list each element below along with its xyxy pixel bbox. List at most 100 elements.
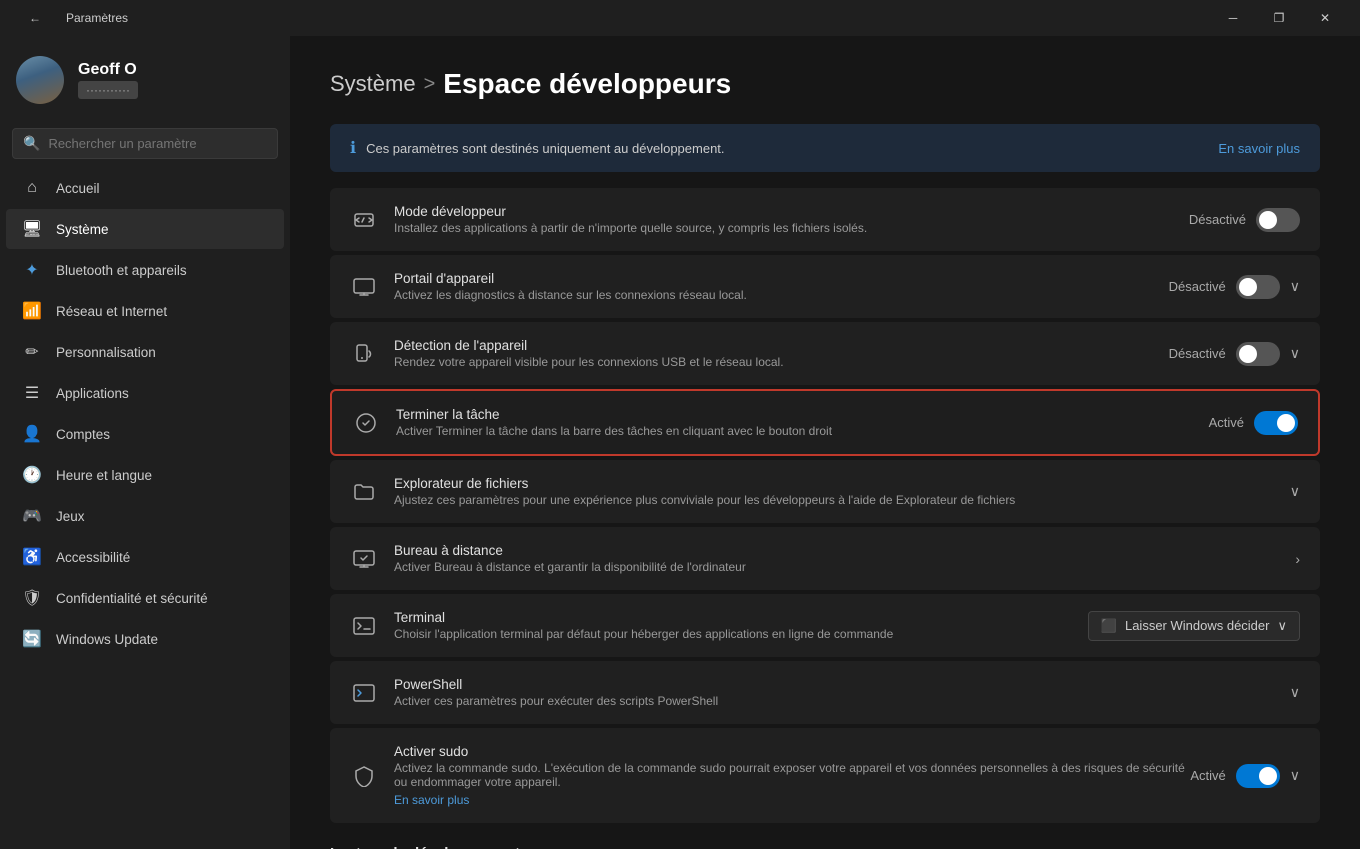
apps-icon: ☰ [22,383,42,403]
close-button[interactable]: ✕ [1302,0,1348,36]
sidebar-item-label: Jeux [56,509,85,524]
setting-desc: Activer Terminer la tâche dans la barre … [396,424,832,438]
accounts-icon: 👤 [22,424,42,444]
profile-info: Geoff O ··········· [78,61,138,99]
setting-text: Mode développeur Installez des applicati… [394,204,867,235]
minimize-button[interactable]: ─ [1210,0,1256,36]
setting-right: ⬛ Laisser Windows décider ∨ [1088,611,1300,641]
setting-left: Portail d'appareil Activez les diagnosti… [350,271,1169,302]
bureau-arrow[interactable]: › [1295,551,1300,567]
sidebar-item-label: Windows Update [56,632,158,647]
sidebar-item-label: Accueil [56,181,100,196]
sidebar-item-systeme[interactable]: 🖥 Système [6,209,284,249]
profile-name: Geoff O [78,61,138,79]
explorateur-chevron[interactable]: ∨ [1290,483,1300,500]
setting-title: Terminal [394,610,893,625]
setting-title: Activer sudo [394,744,1190,759]
setting-left: Explorateur de fichiers Ajustez ces para… [350,476,1290,507]
sidebar-item-confidentialite[interactable]: 🛡 Confidentialité et sécurité [6,578,284,618]
detection-toggle[interactable] [1236,342,1280,366]
portail-chevron[interactable]: ∨ [1290,278,1300,295]
system-icon: 🖥 [22,219,42,239]
sidebar-item-applications[interactable]: ☰ Applications [6,373,284,413]
setting-right: Activé ∨ [1190,764,1300,788]
setting-status: Désactivé [1169,279,1226,294]
search-input[interactable] [48,136,267,151]
setting-desc: Activer Bureau à distance et garantir la… [394,560,746,574]
info-icon: ℹ [350,138,356,158]
dev-mode-icon [350,206,378,234]
sidebar-item-accueil[interactable]: ⌂ Accueil [6,168,284,208]
setting-right: › [1295,551,1300,567]
setting-desc: Activez la commande sudo. L'exécution de… [394,761,1190,789]
setting-desc: Installez des applications à partir de n… [394,221,867,235]
setting-text: Portail d'appareil Activez les diagnosti… [394,271,747,302]
setting-text: Activer sudo Activez la commande sudo. L… [394,744,1190,807]
sidebar-item-label: Accessibilité [56,550,130,565]
breadcrumb-current: Espace développeurs [443,68,731,100]
setting-status: Activé [1209,415,1244,430]
detection-icon [350,340,378,368]
setting-portail: Portail d'appareil Activez les diagnosti… [330,255,1320,318]
terminer-tache-toggle[interactable] [1254,411,1298,435]
sidebar-item-windows-update[interactable]: 🔄 Windows Update [6,619,284,659]
back-icon: ← [29,11,41,25]
gaming-icon: 🎮 [22,506,42,526]
setting-explorateur: Explorateur de fichiers Ajustez ces para… [330,460,1320,523]
sidebar: Geoff O ··········· 🔍 ⌂ Accueil 🖥 Systèm… [0,36,290,849]
setting-left: Activer sudo Activez la commande sudo. L… [350,744,1190,807]
breadcrumb-separator: > [424,73,436,96]
privacy-icon: 🛡 [22,588,42,608]
sidebar-item-label: Applications [56,386,129,401]
network-icon: 📶 [22,301,42,321]
setting-desc: Activer ces paramètres pour exécuter des… [394,694,718,708]
sidebar-item-reseau[interactable]: 📶 Réseau et Internet [6,291,284,331]
setting-detection: Détection de l'appareil Rendez votre app… [330,322,1320,385]
setting-bureau-distance: Bureau à distance Activer Bureau à dista… [330,527,1320,590]
maximize-button[interactable]: ❐ [1256,0,1302,36]
setting-left: Terminal Choisir l'application terminal … [350,610,1088,641]
sidebar-item-bluetooth[interactable]: ✦ Bluetooth et appareils [6,250,284,290]
setting-desc: Activez les diagnostics à distance sur l… [394,288,747,302]
sidebar-item-personnalisation[interactable]: ✏ Personnalisation [6,332,284,372]
sidebar-item-jeux[interactable]: 🎮 Jeux [6,496,284,536]
sidebar-item-label: Heure et langue [56,468,152,483]
app-body: Geoff O ··········· 🔍 ⌂ Accueil 🖥 Systèm… [0,36,1360,849]
terminal-dropdown[interactable]: ⬛ Laisser Windows décider ∨ [1088,611,1300,641]
sidebar-item-label: Système [56,222,109,237]
titlebar: ← Paramètres ─ ❐ ✕ [0,0,1360,36]
minimize-icon: ─ [1229,11,1238,25]
mode-dev-toggle[interactable] [1256,208,1300,232]
dropdown-chevron-icon: ∨ [1277,618,1287,634]
setting-right: Activé [1209,411,1298,435]
setting-text: Bureau à distance Activer Bureau à dista… [394,543,746,574]
sidebar-item-accessibilite[interactable]: ♿ Accessibilité [6,537,284,577]
back-button[interactable]: ← [12,0,58,36]
section-heading: Lecteur de développement [330,845,1320,849]
search-icon: 🔍 [23,135,40,152]
setting-title: Détection de l'appareil [394,338,784,353]
breadcrumb: Système > Espace développeurs [330,68,1320,100]
sudo-toggle[interactable] [1236,764,1280,788]
powershell-chevron[interactable]: ∨ [1290,684,1300,701]
info-banner: ℹ Ces paramètres sont destinés uniquemen… [330,124,1320,172]
sidebar-item-comptes[interactable]: 👤 Comptes [6,414,284,454]
setting-title: Mode développeur [394,204,867,219]
sudo-learn-more-link[interactable]: En savoir plus [394,793,1190,807]
setting-status: Désactivé [1189,212,1246,227]
setting-right: ∨ [1290,684,1300,701]
detection-chevron[interactable]: ∨ [1290,345,1300,362]
titlebar-controls: ─ ❐ ✕ [1210,0,1348,36]
setting-status: Activé [1190,768,1225,783]
info-text: Ces paramètres sont destinés uniquement … [366,141,724,156]
info-learn-more-link[interactable]: En savoir plus [1218,141,1300,156]
main-content: Système > Espace développeurs ℹ Ces para… [290,36,1360,849]
sudo-chevron[interactable]: ∨ [1290,767,1300,784]
terminal-icon-small: ⬛ [1101,618,1117,634]
close-icon: ✕ [1320,11,1330,25]
portail-toggle[interactable] [1236,275,1280,299]
setting-title: PowerShell [394,677,718,692]
sidebar-item-heure[interactable]: 🕐 Heure et langue [6,455,284,495]
setting-text: Terminal Choisir l'application terminal … [394,610,893,641]
search-box[interactable]: 🔍 [12,128,278,159]
